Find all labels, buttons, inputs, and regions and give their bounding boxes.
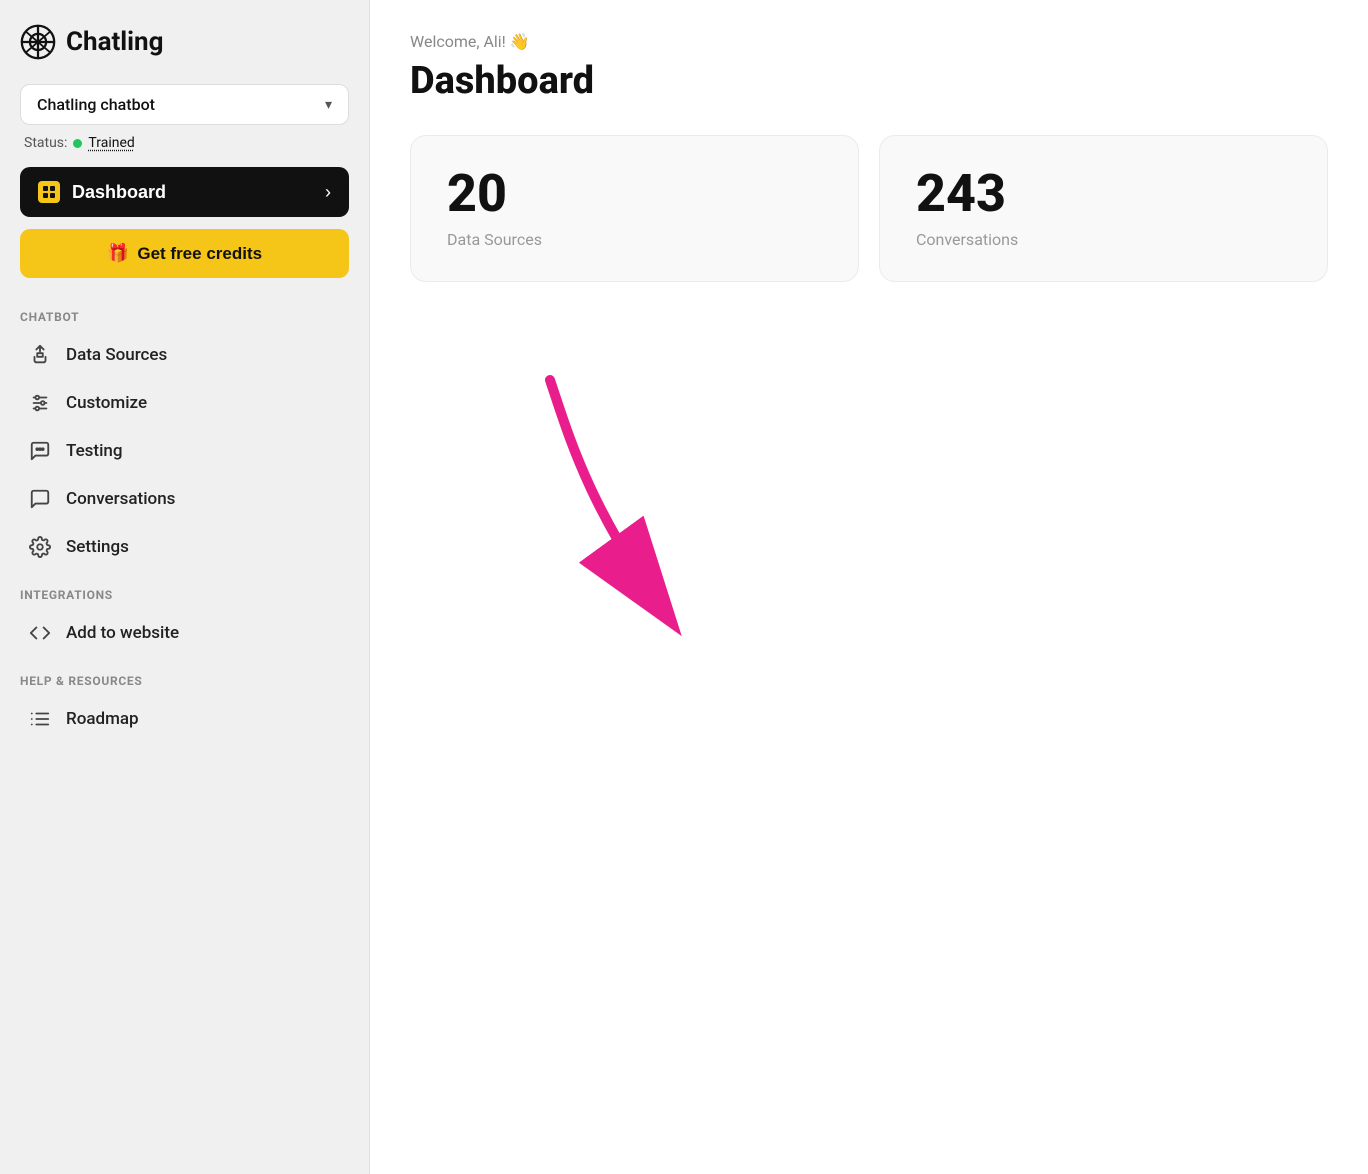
status-value: Trained [88, 135, 134, 151]
sidebar-item-roadmap-label: Roadmap [66, 709, 139, 729]
main-content: Welcome, Ali! 👋 Dashboard 20 Data Source… [370, 0, 1368, 1174]
sidebar-item-add-to-website[interactable]: Add to website [20, 610, 349, 656]
sidebar-item-testing[interactable]: Testing [20, 428, 349, 474]
sidebar-item-testing-label: Testing [66, 441, 123, 461]
plug-icon [28, 344, 52, 366]
conversations-icon [28, 488, 52, 510]
gear-icon [28, 536, 52, 558]
status-prefix: Status: [24, 135, 67, 151]
integrations-section-label: INTEGRATIONS [20, 588, 349, 602]
list-icon [28, 708, 52, 730]
stat-number-conversations: 243 [916, 168, 1291, 220]
stat-number-data-sources: 20 [447, 168, 822, 220]
chatbot-selector[interactable]: Chatling chatbot ▾ [20, 84, 349, 125]
sidebar-item-conversations-label: Conversations [66, 489, 175, 509]
chatbot-selector-label: Chatling chatbot [37, 95, 155, 114]
sidebar-item-roadmap[interactable]: Roadmap [20, 696, 349, 742]
sidebar-item-customize[interactable]: Customize [20, 380, 349, 426]
dashboard-icon [38, 181, 60, 203]
get-credits-label: Get free credits [137, 244, 262, 264]
status-row: Status: Trained [20, 135, 349, 151]
dashboard-button[interactable]: Dashboard › [20, 167, 349, 217]
chatbot-section-label: CHATBOT [20, 310, 349, 324]
stat-card-data-sources: 20 Data Sources [410, 135, 859, 282]
dashboard-arrow-icon: › [325, 182, 331, 203]
page-title: Dashboard [410, 59, 1328, 103]
sidebar-item-customize-label: Customize [66, 393, 147, 413]
logo-icon [20, 24, 56, 60]
sidebar-item-data-sources-label: Data Sources [66, 345, 167, 365]
get-credits-button[interactable]: 🎁 Get free credits [20, 229, 349, 278]
gift-icon: 🎁 [107, 243, 129, 264]
sidebar-item-add-to-website-label: Add to website [66, 623, 179, 643]
customize-icon [28, 392, 52, 414]
testing-icon [28, 440, 52, 462]
stat-card-conversations: 243 Conversations [879, 135, 1328, 282]
stat-label-data-sources: Data Sources [447, 230, 822, 249]
chevron-down-icon: ▾ [325, 97, 332, 113]
stats-row: 20 Data Sources 243 Conversations [410, 135, 1328, 282]
sidebar: Chatling Chatling chatbot ▾ Status: Trai… [0, 0, 370, 1174]
stat-label-conversations: Conversations [916, 230, 1291, 249]
welcome-text: Welcome, Ali! 👋 [410, 32, 1328, 51]
sidebar-item-conversations[interactable]: Conversations [20, 476, 349, 522]
logo-area: Chatling [20, 24, 349, 60]
sidebar-item-data-sources[interactable]: Data Sources [20, 332, 349, 378]
status-dot [73, 139, 82, 148]
arrow-annotation [490, 360, 750, 664]
dashboard-button-label: Dashboard [72, 182, 166, 203]
dashboard-button-inner: Dashboard [38, 181, 166, 203]
help-section-label: HELP & RESOURCES [20, 674, 349, 688]
code-icon [28, 622, 52, 644]
sidebar-item-settings-label: Settings [66, 537, 129, 557]
app-name: Chatling [66, 27, 163, 57]
sidebar-item-settings[interactable]: Settings [20, 524, 349, 570]
